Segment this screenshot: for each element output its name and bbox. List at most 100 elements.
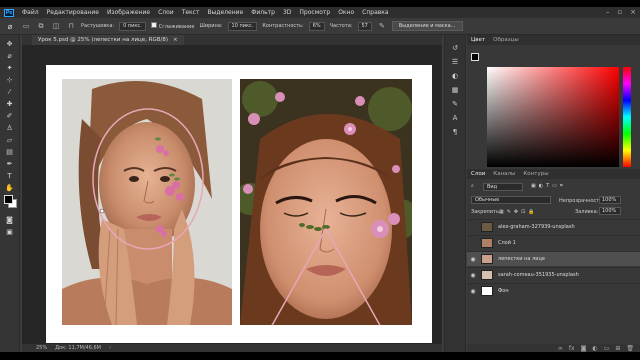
menu-window[interactable]: Окно <box>334 9 358 16</box>
eyedropper-tool-icon[interactable]: ⁄ <box>5 87 14 96</box>
mask-icon[interactable]: ◙ <box>581 345 587 352</box>
feather-input[interactable]: 0 пикс. <box>119 21 146 31</box>
layer-thumbnail[interactable] <box>481 254 493 264</box>
document-tab[interactable]: Урок 5.psd @ 25% (лепестки на лице, RGB/… <box>32 35 184 45</box>
maximize-icon[interactable]: ▫ <box>617 8 622 16</box>
menu-edit[interactable]: Редактирование <box>43 9 103 16</box>
menu-view[interactable]: Просмотр <box>295 9 334 16</box>
fill-input[interactable]: 100% <box>599 207 621 215</box>
visibility-eye-icon[interactable]: ◉ <box>467 256 479 263</box>
color-field[interactable] <box>487 67 619 167</box>
lasso-tool-icon[interactable]: ⌀ <box>5 51 14 60</box>
layer-name[interactable]: лепестки на лице <box>498 256 545 262</box>
crop-tool-icon[interactable]: ⊹ <box>5 75 14 84</box>
screen-mode-icon[interactable]: ▣ <box>5 227 14 236</box>
magnetic-lasso-tool-icon[interactable]: ⌀ <box>4 20 16 32</box>
tab-channels[interactable]: Каналы <box>493 171 515 177</box>
antialias-checkbox[interactable]: Сглаживание <box>150 22 194 30</box>
character-panel-icon[interactable]: A <box>450 113 460 123</box>
zoom-level[interactable]: 25% <box>36 345 47 351</box>
menu-help[interactable]: Справка <box>358 9 392 16</box>
menu-file[interactable]: Файл <box>18 9 43 16</box>
layer-name[interactable]: sarah-comeau-351935-unsplash <box>498 272 579 278</box>
close-tab-icon[interactable]: × <box>173 37 178 43</box>
properties-panel-icon[interactable]: ☰ <box>450 57 460 67</box>
add-selection-icon[interactable]: ⧉ <box>36 21 46 31</box>
layer-row[interactable]: ◉ лепестки на лице <box>467 251 640 266</box>
adjustment-icon[interactable]: ◐ <box>592 345 597 352</box>
foreground-color-swatch[interactable] <box>4 195 13 204</box>
menu-bar: Ps Файл Редактирование Изображение Слои … <box>0 7 640 18</box>
paragraph-panel-icon[interactable]: ¶ <box>450 127 460 137</box>
clone-stamp-tool-icon[interactable]: ♙ <box>5 123 14 132</box>
contrast-input[interactable]: 6% <box>308 21 325 31</box>
visibility-eye-icon[interactable]: ◉ <box>467 272 479 279</box>
tab-paths[interactable]: Контуры <box>523 171 548 177</box>
hue-slider[interactable] <box>623 67 631 167</box>
layer-row[interactable]: Слой 1 <box>467 235 640 250</box>
layer-kind-filter[interactable]: Вид <box>483 183 523 191</box>
layer-row[interactable]: ◉ sarah-comeau-351935-unsplash <box>467 267 640 282</box>
folder-icon[interactable]: ▭ <box>604 345 610 352</box>
quick-mask-icon[interactable]: ◙ <box>5 215 14 224</box>
pen-pressure-icon[interactable]: ✎ <box>377 21 387 31</box>
libraries-panel-icon[interactable]: ▦ <box>450 85 460 95</box>
quick-select-tool-icon[interactable]: ✦ <box>5 63 14 72</box>
opacity-input[interactable]: 100% <box>599 196 621 204</box>
layer-name[interactable]: Слой 1 <box>498 240 516 246</box>
width-input[interactable]: 10 пикс. <box>227 21 258 31</box>
brush-panel-icon[interactable]: ✎ <box>450 99 460 109</box>
move-tool-icon[interactable]: ✥ <box>5 39 14 48</box>
photoshop-logo[interactable]: Ps <box>4 8 14 17</box>
fx-icon[interactable]: fx <box>569 345 575 352</box>
status-menu-icon[interactable]: › <box>109 345 111 351</box>
layer-row[interactable]: alex-graham-327939-unsplash <box>467 219 640 234</box>
brush-tool-icon[interactable]: ✐ <box>5 111 14 120</box>
minimize-icon[interactable]: – <box>606 8 610 16</box>
tab-layers[interactable]: Слои <box>471 171 485 177</box>
document-canvas[interactable] <box>46 65 432 343</box>
gradient-tool-icon[interactable]: ▤ <box>5 147 14 156</box>
type-tool-icon[interactable]: T <box>5 171 14 180</box>
close-icon[interactable]: × <box>630 8 636 16</box>
lock-icons[interactable]: ▦✎✥⊡🔒 <box>499 209 538 215</box>
menu-layers[interactable]: Слои <box>154 9 178 16</box>
layer-thumbnail[interactable] <box>481 238 493 248</box>
menu-3d[interactable]: 3D <box>279 9 295 16</box>
tab-swatches[interactable]: Образцы <box>493 37 519 43</box>
layer-name[interactable]: Фон <box>498 288 509 294</box>
layer-name[interactable]: alex-graham-327939-unsplash <box>498 224 575 230</box>
select-and-mask-button[interactable]: Выделение и маска... <box>391 21 463 31</box>
layer-thumbnail[interactable] <box>481 286 493 296</box>
antialias-check-icon <box>150 22 157 28</box>
menu-type[interactable]: Текст <box>178 9 204 16</box>
visibility-eye-icon[interactable]: ◉ <box>467 288 479 295</box>
feather-label: Растушевка: <box>81 23 115 29</box>
new-selection-icon[interactable]: ▭ <box>21 21 31 31</box>
layer-row[interactable]: ◉ Фон <box>467 283 640 298</box>
healing-brush-tool-icon[interactable]: ✚ <box>5 99 14 108</box>
layer-thumbnail[interactable] <box>481 270 493 280</box>
frequency-input[interactable]: 57 <box>357 21 372 31</box>
intersect-selection-icon[interactable]: ⊓ <box>66 21 76 31</box>
photoshop-window: Ps Файл Редактирование Изображение Слои … <box>0 7 640 352</box>
frequency-label: Частота: <box>329 23 353 29</box>
blend-mode-select[interactable]: Обычные <box>471 196 551 204</box>
eraser-tool-icon[interactable]: ▱ <box>5 135 14 144</box>
adjustments-panel-icon[interactable]: ◐ <box>450 71 460 81</box>
filter-type-icons[interactable]: ▣◐T▭⌗ <box>531 183 566 189</box>
trash-icon[interactable]: 🗑 <box>626 345 634 352</box>
panel-foreground-swatch[interactable] <box>471 53 479 61</box>
new-layer-icon[interactable]: ⊞ <box>615 345 620 352</box>
pen-tool-icon[interactable]: ✒ <box>5 159 14 168</box>
canvas-area[interactable] <box>22 45 442 344</box>
subtract-selection-icon[interactable]: ◫ <box>51 21 61 31</box>
tab-color[interactable]: Цвет <box>471 37 485 43</box>
hand-tool-icon[interactable]: ✋ <box>5 183 14 192</box>
layer-thumbnail[interactable] <box>481 222 493 232</box>
history-panel-icon[interactable]: ↺ <box>450 43 460 53</box>
menu-image[interactable]: Изображение <box>103 9 154 16</box>
menu-select[interactable]: Выделение <box>203 9 247 16</box>
link-icon[interactable]: ∞ <box>558 345 563 352</box>
menu-filter[interactable]: Фильтр <box>247 9 279 16</box>
